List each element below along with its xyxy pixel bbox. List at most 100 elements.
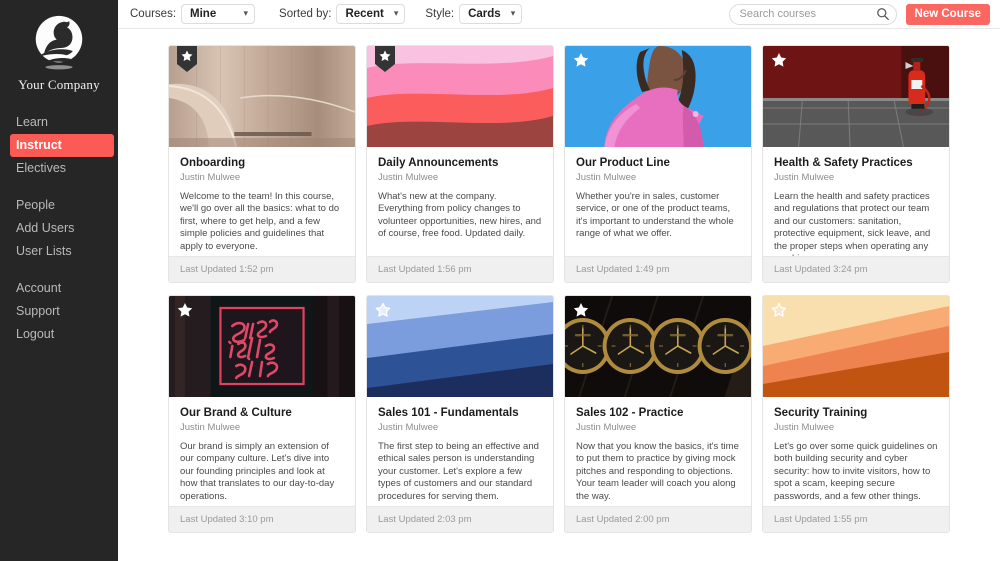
style-select[interactable]: Cards ▾ <box>459 4 523 24</box>
search-input[interactable] <box>728 3 897 25</box>
course-card[interactable]: Health & Safety Practices Justin Mulwee … <box>762 45 950 283</box>
course-description: Let's go over some quick guidelines on b… <box>774 441 938 502</box>
courses-filter-select[interactable]: Mine ▾ <box>181 4 256 24</box>
course-grid-container: Onboarding Justin Mulwee Welcome to the … <box>118 29 1000 561</box>
chevron-down-icon: ▾ <box>510 7 516 18</box>
style-value: Cards <box>468 8 501 20</box>
course-card[interactable]: Onboarding Justin Mulwee Welcome to the … <box>168 45 356 283</box>
course-card-body: Sales 101 - Fundamentals Justin Mulwee T… <box>367 397 553 506</box>
sidebar-item-people[interactable]: People <box>0 194 118 217</box>
course-thumbnail <box>367 46 553 147</box>
sidebar-item-learn[interactable]: Learn <box>0 111 118 134</box>
course-author: Justin Mulwee <box>576 422 637 433</box>
course-thumbnail <box>169 46 355 147</box>
course-card-body: Onboarding Justin Mulwee Welcome to the … <box>169 147 355 256</box>
sidebar-item-support[interactable]: Support <box>0 300 118 323</box>
course-updated: Last Updated 2:00 pm <box>565 506 751 532</box>
course-card[interactable]: Sales 102 - Practice Justin Mulwee Now t… <box>564 295 752 533</box>
course-card-body: Our Brand & Culture Justin Mulwee Our br… <box>169 397 355 506</box>
sorted-by-value: Recent <box>345 8 384 20</box>
course-author: Justin Mulwee <box>774 422 835 433</box>
courses-filter-label: Courses: <box>130 8 177 20</box>
course-card[interactable]: Sales 101 - Fundamentals Justin Mulwee T… <box>366 295 554 533</box>
course-title: Security Training <box>774 407 868 419</box>
toolbar: Courses: Mine ▾ Sorted by: Recent ▾ Styl… <box>118 0 1000 29</box>
course-title: Sales 102 - Practice <box>576 407 684 419</box>
course-title: Daily Announcements <box>378 157 499 169</box>
course-thumbnail <box>763 46 949 147</box>
sidebar-item-logout[interactable]: Logout <box>0 323 118 346</box>
sidebar-nav: Learn Instruct Electives People Add User… <box>0 111 118 346</box>
course-description: Whether you're in sales, customer servic… <box>576 191 734 240</box>
course-updated: Last Updated 1:55 pm <box>763 506 949 532</box>
favorite-star-icon[interactable] <box>573 302 589 318</box>
sidebar-item-add-users[interactable]: Add Users <box>0 217 118 240</box>
favorite-ribbon-icon[interactable] <box>177 46 197 72</box>
course-updated: Last Updated 2:03 pm <box>367 506 553 532</box>
course-card[interactable]: Our Product Line Justin Mulwee Whether y… <box>564 45 752 283</box>
new-course-button[interactable]: New Course <box>905 3 990 25</box>
course-author: Justin Mulwee <box>378 422 439 433</box>
course-title: Onboarding <box>180 157 246 169</box>
course-author: Justin Mulwee <box>774 172 835 183</box>
course-updated: Last Updated 1:52 pm <box>169 256 355 282</box>
course-card-body: Security Training Justin Mulwee Let's go… <box>763 397 949 506</box>
blue-diagonal-bands <box>367 296 553 397</box>
course-updated: Last Updated 3:24 pm <box>763 256 949 282</box>
course-card-body: Our Product Line Justin Mulwee Whether y… <box>565 147 751 256</box>
brand-name: Your Company <box>18 77 100 92</box>
main-area: Courses: Mine ▾ Sorted by: Recent ▾ Styl… <box>118 0 1000 561</box>
course-author: Justin Mulwee <box>180 422 241 433</box>
chevron-down-icon: ▾ <box>243 7 249 18</box>
nav-group-people: People Add Users User Lists <box>0 194 118 263</box>
course-title: Sales 101 - Fundamentals <box>378 407 519 419</box>
course-updated: Last Updated 1:56 pm <box>367 256 553 282</box>
favorite-ribbon-icon[interactable] <box>375 46 395 72</box>
fire-extinguisher-photo <box>763 46 949 147</box>
course-description: What's new at the company. Everything fr… <box>378 191 542 240</box>
woman-pink-dress-photo <box>565 46 751 147</box>
course-author: Justin Mulwee <box>180 172 241 183</box>
course-description: Welcome to the team! In this course, we'… <box>180 191 340 252</box>
course-card-body: Sales 102 - Practice Justin Mulwee Now t… <box>565 397 751 506</box>
course-author: Justin Mulwee <box>576 172 637 183</box>
search-container <box>728 3 897 25</box>
course-thumbnail <box>763 296 949 397</box>
course-title: Health & Safety Practices <box>774 157 913 169</box>
favorite-star-icon[interactable] <box>177 302 193 318</box>
course-updated: Last Updated 3:10 pm <box>169 506 355 532</box>
sidebar-item-user-lists[interactable]: User Lists <box>0 240 118 263</box>
favorite-star-icon[interactable] <box>771 52 787 68</box>
neon-sign-photo <box>169 296 355 397</box>
app-root: Your Company Learn Instruct Electives Pe… <box>0 0 1000 561</box>
course-author: Justin Mulwee <box>378 172 439 183</box>
course-thumbnail <box>565 46 751 147</box>
course-title: Our Product Line <box>576 157 670 169</box>
style-label: Style: <box>425 8 455 20</box>
course-card[interactable]: Security Training Justin Mulwee Let's go… <box>762 295 950 533</box>
course-thumbnail <box>565 296 751 397</box>
course-title: Our Brand & Culture <box>180 407 292 419</box>
course-card-body: Daily Announcements Justin Mulwee What's… <box>367 147 553 256</box>
sidebar-item-electives[interactable]: Electives <box>0 157 118 180</box>
course-thumbnail <box>169 296 355 397</box>
sorted-by-select[interactable]: Recent ▾ <box>336 4 406 24</box>
favorite-star-icon[interactable] <box>573 52 589 68</box>
nav-group-courses: Learn Instruct Electives <box>0 111 118 180</box>
sidebar-item-instruct[interactable]: Instruct <box>10 134 114 157</box>
courses-filter-value: Mine <box>190 8 217 20</box>
course-card[interactable]: Daily Announcements Justin Mulwee What's… <box>366 45 554 283</box>
course-card[interactable]: Our Brand & Culture Justin Mulwee Our br… <box>168 295 356 533</box>
course-thumbnail <box>367 296 553 397</box>
sidebar-item-account[interactable]: Account <box>0 277 118 300</box>
course-description: The first step to being an effective and… <box>378 441 539 502</box>
sidebar: Your Company Learn Instruct Electives Pe… <box>0 0 118 561</box>
favorite-star-outline-icon[interactable] <box>375 302 391 318</box>
brand: Your Company <box>0 8 118 95</box>
nav-group-account: Account Support Logout <box>0 277 118 346</box>
course-card-body: Health & Safety Practices Justin Mulwee … <box>763 147 949 256</box>
favorite-star-outline-icon[interactable] <box>771 302 787 318</box>
watches-photo <box>565 296 751 397</box>
course-description: Our brand is simply an extension of our … <box>180 441 335 502</box>
course-description: Now that you know the basics, it's time … <box>576 441 739 502</box>
